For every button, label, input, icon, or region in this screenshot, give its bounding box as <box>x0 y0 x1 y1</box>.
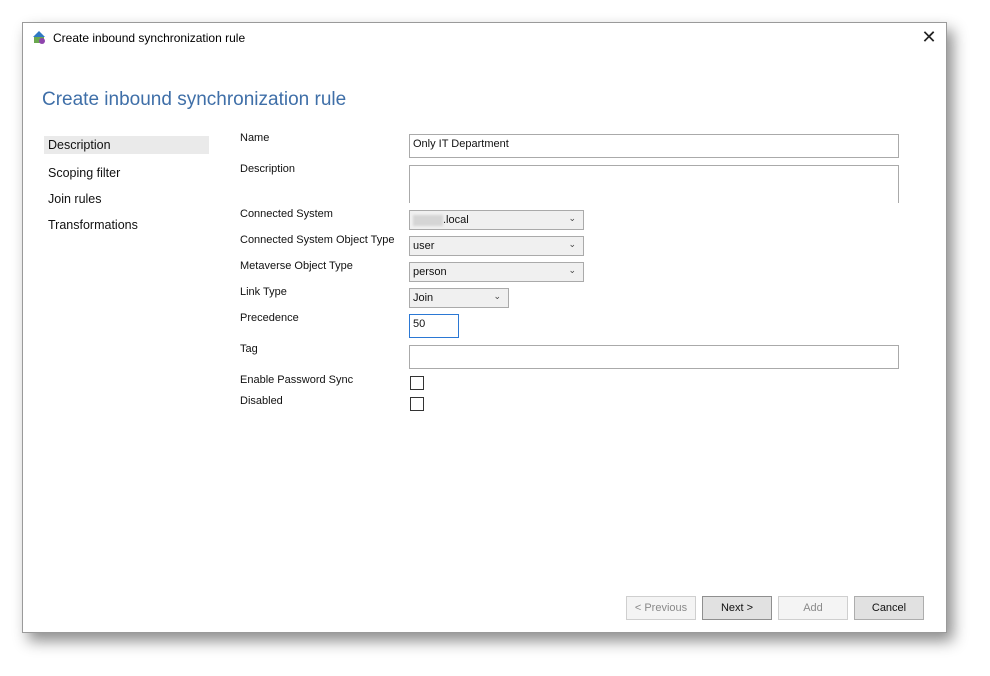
precedence-input[interactable]: 50 <box>409 314 459 338</box>
previous-button[interactable]: < Previous <box>626 596 696 620</box>
cancel-button[interactable]: Cancel <box>854 596 924 620</box>
chevron-down-icon: ⌄ <box>568 213 576 223</box>
link-type-value: Join <box>413 292 434 304</box>
chevron-down-icon: ⌄ <box>493 291 501 301</box>
cs-object-type-select[interactable]: user ⌄ <box>409 236 584 256</box>
dialog-window: Create inbound synchronization rule ✕ Cr… <box>22 22 947 633</box>
mv-object-type-select[interactable]: person ⌄ <box>409 262 584 282</box>
nav-item-join-rules[interactable]: Join rules <box>44 188 209 214</box>
precedence-label: Precedence <box>240 312 299 324</box>
page-title: Create inbound synchronization rule <box>42 89 347 110</box>
disabled-label: Disabled <box>240 395 283 407</box>
next-button[interactable]: Next > <box>702 596 772 620</box>
tag-input[interactable] <box>409 345 899 369</box>
connected-system-select[interactable]: .local ⌄ <box>409 210 584 230</box>
enable-password-sync-checkbox[interactable] <box>410 376 424 390</box>
nav-item-description[interactable]: Description <box>44 136 209 154</box>
nav-item-scoping-filter[interactable]: Scoping filter <box>44 162 209 188</box>
mv-object-type-label: Metaverse Object Type <box>240 260 353 272</box>
close-icon: ✕ <box>921 27 937 47</box>
close-button[interactable]: ✕ <box>912 23 946 51</box>
mv-object-type-value: person <box>413 266 447 278</box>
link-type-label: Link Type <box>240 286 287 298</box>
title-bar: Create inbound synchronization rule ✕ <box>23 23 946 53</box>
cs-object-type-label: Connected System Object Type <box>240 234 395 246</box>
description-input[interactable] <box>409 165 899 203</box>
sync-app-icon <box>33 31 45 44</box>
connected-system-value: .local <box>443 214 469 226</box>
window-title: Create inbound synchronization rule <box>53 31 246 45</box>
redacted-block <box>413 214 443 226</box>
add-button[interactable]: Add <box>778 596 848 620</box>
connected-system-label: Connected System <box>240 208 333 220</box>
wizard-nav: Description Scoping filter Join rules Tr… <box>44 136 209 240</box>
cs-object-type-value: user <box>413 240 435 252</box>
nav-item-transformations[interactable]: Transformations <box>44 214 209 240</box>
chevron-down-icon: ⌄ <box>568 239 576 249</box>
tag-label: Tag <box>240 343 258 355</box>
description-label: Description <box>240 163 296 175</box>
link-type-select[interactable]: Join ⌄ <box>409 288 509 308</box>
chevron-down-icon: ⌄ <box>568 265 576 275</box>
enable-password-sync-label: Enable Password Sync <box>240 374 354 386</box>
disabled-checkbox[interactable] <box>410 397 424 411</box>
name-input[interactable]: Only IT Department <box>409 134 899 158</box>
name-label: Name <box>240 132 270 144</box>
